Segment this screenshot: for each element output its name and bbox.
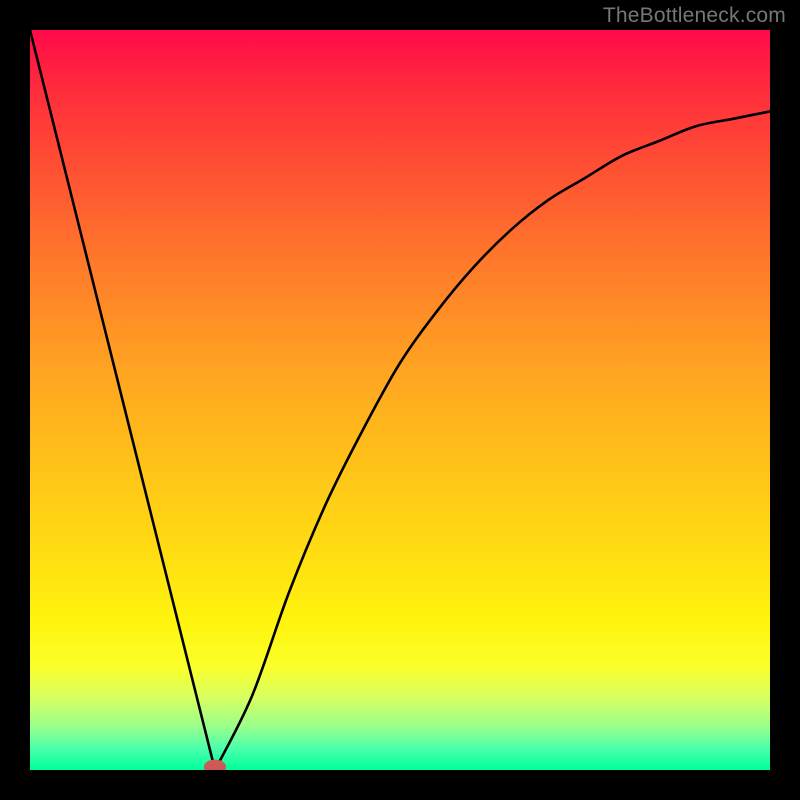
chart-frame: TheBottleneck.com [0,0,800,800]
bottleneck-curve-svg [30,30,770,770]
bottleneck-curve-path [30,30,770,770]
plot-area [30,30,770,770]
min-point-marker [204,760,226,770]
watermark-label: TheBottleneck.com [603,4,786,28]
